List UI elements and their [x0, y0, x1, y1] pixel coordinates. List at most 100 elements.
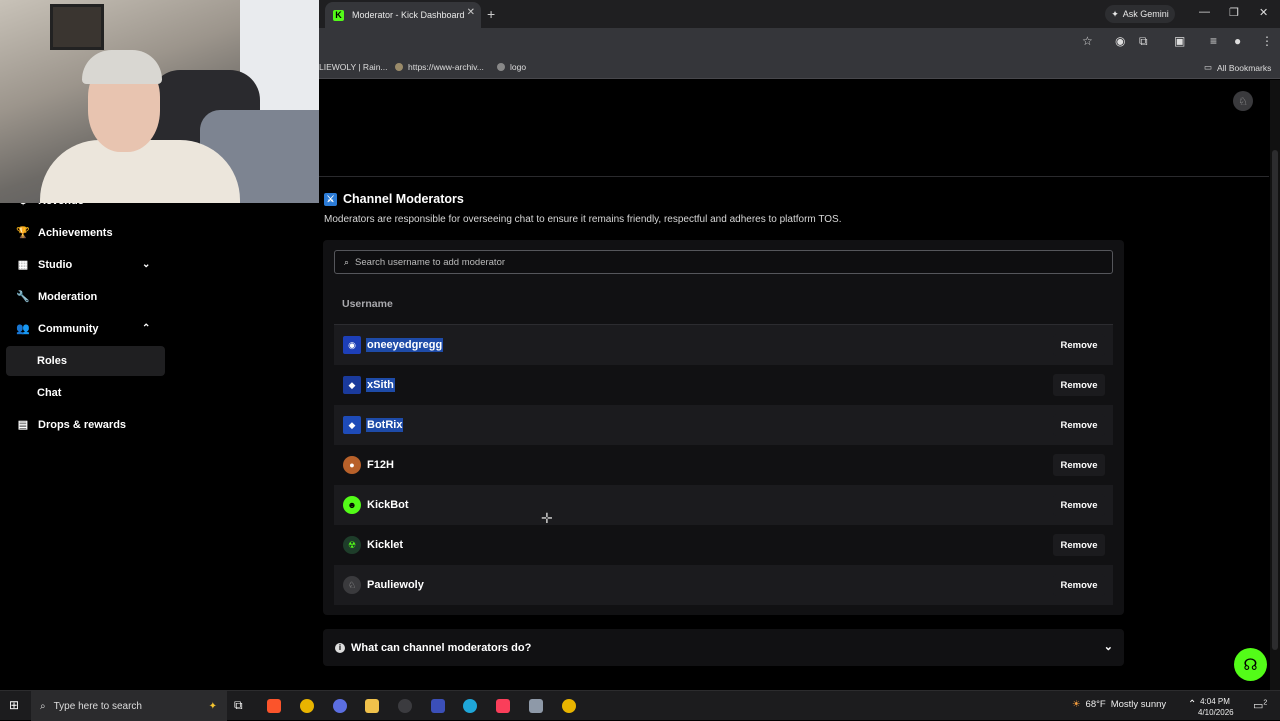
table-row: ● F12H Remove [334, 445, 1113, 485]
table-row: ◆ BotRix Remove [334, 405, 1113, 445]
avatar: ● [343, 456, 361, 474]
remove-button[interactable]: Remove [1053, 334, 1105, 356]
faq-title: What can channel moderators do? [351, 641, 532, 654]
divider [319, 176, 1269, 177]
minimize-icon[interactable]: — [1199, 6, 1210, 18]
ask-gemini-button[interactable]: ✦ Ask Gemini [1105, 5, 1175, 23]
info-icon: i [335, 642, 345, 653]
studio-icon: ▦ [17, 259, 29, 271]
bookmark-item[interactable]: LIEWOLY | Rain... [319, 62, 388, 72]
table-row: ◉ oneeyedgregg Remove [334, 325, 1113, 365]
brave-browser-icon[interactable] [267, 699, 281, 713]
browser-menu-icon[interactable]: ⋮ [1261, 34, 1273, 48]
help-chat-button[interactable]: ☊ [1234, 648, 1267, 681]
extension-circle-icon[interactable]: ◉ [1115, 34, 1125, 48]
chrome-profile-icon[interactable] [333, 699, 347, 713]
weather-widget[interactable]: ☀ 68°F Mostly sunny [1072, 699, 1166, 710]
restore-icon[interactable]: ❐ [1229, 6, 1239, 19]
tab-close-icon[interactable]: ✕ [467, 7, 475, 18]
avatar: ◉ [343, 336, 361, 354]
moderator-username[interactable]: Pauliewoly [366, 578, 425, 592]
moderator-username[interactable]: BotRix [366, 418, 404, 432]
obs-icon[interactable] [398, 699, 412, 713]
bookmark-item[interactable]: logo [497, 62, 526, 72]
avatar: ♘ [343, 576, 361, 594]
moderator-username[interactable]: F12H [366, 458, 395, 472]
page-title: ⚔ Channel Moderators [324, 192, 464, 206]
remove-button[interactable]: Remove [1053, 574, 1105, 596]
table-row: ☻ KickBot Remove [334, 485, 1113, 525]
kick-favicon-icon: K [333, 9, 344, 21]
task-view-icon[interactable]: ⧉ [234, 698, 243, 713]
sidebar-item-community[interactable]: 👥 Community ⌃ [16, 322, 156, 336]
avatar: ☻ [343, 496, 361, 514]
music-icon[interactable] [496, 699, 510, 713]
user-avatar[interactable]: ♘ [1233, 91, 1253, 111]
app-icon[interactable] [529, 699, 543, 713]
table-row: ♘ Pauliewoly Remove [334, 565, 1113, 605]
window-close-icon[interactable]: ✕ [1259, 6, 1268, 19]
table-row: ☢ Kicklet Remove [334, 525, 1113, 565]
moderator-badge-icon: ⚔ [324, 192, 337, 206]
extensions-puzzle-icon[interactable]: ⧉ [1139, 34, 1148, 49]
moderator-username[interactable]: Kicklet [366, 538, 404, 552]
windows-start-icon[interactable]: ⊞ [9, 698, 19, 712]
chrome-icon[interactable] [300, 699, 314, 713]
chrome-active-icon[interactable] [562, 699, 576, 713]
browser-toolbar: ☆ ◉ ⧉ ▣ ≡ ● ⋮ [319, 28, 1280, 55]
sidebar-item-drops-rewards[interactable]: ▤ Drops & rewards [16, 418, 126, 432]
remove-button[interactable]: Remove [1053, 414, 1105, 436]
bookmark-item[interactable]: https://www-archiv... [395, 62, 484, 72]
sidebar-item-chat[interactable]: Chat [6, 378, 165, 408]
new-tab-icon[interactable]: + [487, 6, 495, 22]
sidebar-item-roles[interactable]: Roles [6, 346, 165, 376]
taskbar-search-input[interactable]: ⌕ Type here to search ✦ [31, 691, 227, 721]
remove-button[interactable]: Remove [1053, 494, 1105, 516]
headset-icon: ☊ [1243, 656, 1258, 674]
webcam-overlay [0, 0, 319, 203]
folder-icon: ▭ [1204, 62, 1213, 72]
moderator-username[interactable]: KickBot [366, 498, 410, 512]
faq-accordion[interactable]: i What can channel moderators do? ⌄ [323, 629, 1124, 666]
moderator-username[interactable]: oneeyedgregg [366, 338, 444, 352]
drops-icon: ▤ [17, 419, 29, 431]
search-placeholder: Search username to add moderator [355, 256, 506, 268]
file-explorer-icon[interactable] [365, 699, 379, 713]
tab-title: Moderator - Kick Dashboard [352, 10, 465, 20]
sidebar: $ Revenue 🏆 Achievements ▦ Studio ⌄ 🔧 Mo… [0, 195, 318, 690]
bookmarks-bar: LIEWOLY | Rain... https://www-archiv... … [319, 55, 1280, 79]
bookmark-star-icon[interactable]: ☆ [1082, 34, 1093, 48]
community-icon: 👥 [16, 323, 30, 335]
media-control-icon[interactable]: ≡ [1210, 34, 1217, 48]
sidebar-item-achievements[interactable]: 🏆 Achievements [16, 226, 112, 240]
gemini-sparkle-icon: ✦ [1111, 8, 1119, 19]
browser-tab[interactable]: K Moderator - Kick Dashboard ✕ [325, 2, 481, 28]
page-description: Moderators are responsible for overseein… [324, 214, 842, 225]
search-icon: ⌕ [40, 700, 46, 712]
chevron-down-icon: ⌄ [1103, 641, 1113, 653]
column-header-username: Username [342, 298, 393, 310]
mouse-cursor-icon: ✛ [541, 510, 553, 526]
bookmark-favicon-icon [497, 63, 505, 71]
search-input[interactable]: ⌕ Search username to add moderator [334, 250, 1113, 274]
notification-icon[interactable]: ▭2 [1253, 699, 1267, 712]
remove-button[interactable]: Remove [1053, 454, 1105, 476]
sidebar-item-studio[interactable]: ▦ Studio ⌄ [16, 258, 156, 272]
chevron-up-icon: ⌃ [142, 323, 151, 334]
profile-avatar-icon[interactable]: ● [1234, 34, 1241, 48]
edge-icon[interactable] [463, 699, 477, 713]
scrollbar-thumb[interactable] [1272, 150, 1278, 650]
moderator-username[interactable]: xSith [366, 378, 395, 392]
chevron-down-icon: ⌄ [142, 259, 151, 270]
os-taskbar: ⊞ ⌕ Type here to search ✦ ⧉ ☀ 68°F Mostl… [0, 690, 1280, 721]
tray-chevron-up-icon[interactable]: ⌃ [1188, 699, 1196, 710]
search-icon: ⌕ [344, 256, 350, 267]
taskbar-clock[interactable]: 4:04 PM 4/10/2026 [1198, 696, 1234, 718]
remove-button[interactable]: Remove [1053, 374, 1105, 396]
all-bookmarks[interactable]: ▭ All Bookmarks [1204, 62, 1271, 73]
sidebar-item-moderation[interactable]: 🔧 Moderation [16, 290, 97, 304]
app-icon[interactable] [431, 699, 445, 713]
remove-button[interactable]: Remove [1053, 534, 1105, 556]
cast-icon[interactable]: ▣ [1174, 34, 1185, 48]
sun-icon: ☀ [1072, 699, 1081, 710]
